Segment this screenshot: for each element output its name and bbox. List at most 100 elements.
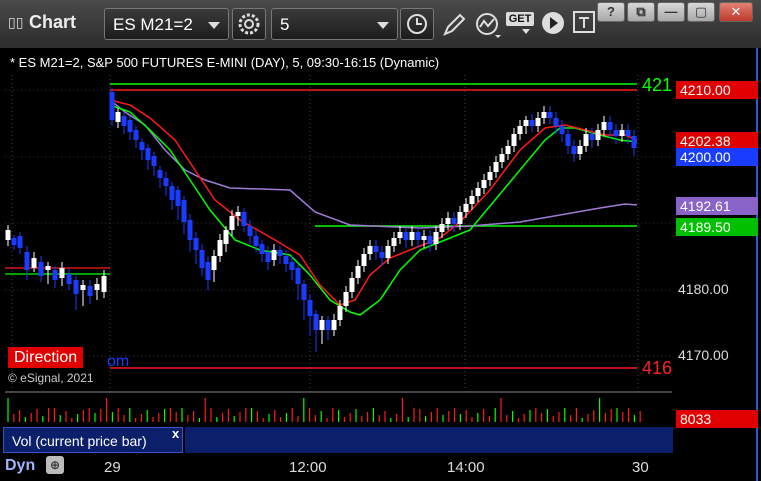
candle-body <box>343 292 349 306</box>
dynamic-label: Dyn <box>5 457 36 474</box>
volume-close-button[interactable]: x <box>172 426 179 441</box>
candle-body <box>187 220 193 240</box>
lock-icon[interactable]: ⊕ <box>46 456 64 474</box>
candle-body <box>505 146 511 154</box>
time-label-1400: 14:00 <box>447 459 485 476</box>
candle-body <box>17 236 23 248</box>
candle-body <box>391 238 397 246</box>
candle-body <box>493 162 499 172</box>
candle-body <box>355 266 361 278</box>
direction-label-tail: om <box>107 353 130 370</box>
candle-body <box>361 254 367 266</box>
candle-body <box>601 122 607 130</box>
candle-body <box>73 280 79 294</box>
candle-body <box>265 252 271 262</box>
axis-label-4180: 4180.00 <box>678 281 729 297</box>
moving-average-green <box>109 104 638 316</box>
candle-body <box>421 236 427 240</box>
price-tag-4192: 4192.61 <box>676 197 758 215</box>
candle-body <box>607 122 613 130</box>
volume-pane-footer <box>185 427 673 453</box>
volume-study-label[interactable]: Vol (current price bar) <box>3 427 183 453</box>
candle-body <box>169 186 175 200</box>
candle-body <box>481 180 487 188</box>
candle-body <box>5 230 11 240</box>
candle-body <box>289 262 295 270</box>
price-tag-4210: 4210.00 <box>676 81 758 99</box>
candle-body <box>52 270 58 280</box>
candle-body <box>541 112 547 118</box>
candle-body <box>313 314 319 330</box>
candle-body <box>163 178 169 186</box>
time-label-29: 29 <box>104 459 121 476</box>
candle-body <box>469 196 475 204</box>
candle-body <box>253 236 259 246</box>
edge-label-bottom: 416 <box>642 358 673 378</box>
candle-body <box>367 246 373 254</box>
candle-body <box>229 216 235 230</box>
candle-body <box>559 126 565 134</box>
candle-body <box>451 218 457 224</box>
candle-body <box>145 148 151 160</box>
price-chart[interactable] <box>0 0 761 481</box>
candle-body <box>319 320 325 330</box>
candle-body <box>631 136 637 148</box>
candle-body <box>595 130 601 140</box>
candle-body <box>80 285 86 290</box>
candle-body <box>241 212 247 226</box>
candle-body <box>31 258 37 268</box>
candle-body <box>283 256 289 264</box>
candle-body <box>613 130 619 136</box>
candle-body <box>373 246 379 252</box>
candle-body <box>427 236 433 244</box>
candle-body <box>45 266 51 270</box>
time-label-1200: 12:00 <box>289 459 327 476</box>
candle-body <box>259 244 265 254</box>
candle-body <box>523 120 529 126</box>
candle-body <box>121 116 127 126</box>
chart-info-text: * ES M21=2, S&P 500 FUTURES E-MINI (DAY)… <box>10 55 440 70</box>
candle-body <box>517 126 523 134</box>
candle-body <box>235 212 241 216</box>
volume-value-tag: 8033 <box>676 410 758 428</box>
candle-body <box>115 112 121 122</box>
candle-body <box>625 130 631 136</box>
candle-body <box>499 154 505 162</box>
candle-body <box>619 130 625 136</box>
candle-body <box>463 204 469 212</box>
candle-body <box>59 268 65 278</box>
candle-body <box>385 246 391 258</box>
price-tag-4189: 4189.50 <box>676 218 758 236</box>
candle-body <box>511 134 517 146</box>
candle-body <box>277 250 283 256</box>
candle-body <box>271 250 277 260</box>
time-label-30: 30 <box>632 459 649 476</box>
candle-body <box>205 262 211 280</box>
candle-body <box>325 320 331 330</box>
candle-body <box>439 224 445 232</box>
candle-body <box>295 268 301 284</box>
candle-body <box>397 232 403 238</box>
candle-body <box>11 238 17 245</box>
candle-body <box>109 92 115 120</box>
price-tag-4200: 4200.00 <box>676 148 758 166</box>
candle-body <box>151 156 157 166</box>
candle-body <box>87 286 93 296</box>
copyright-text: © eSignal, 2021 <box>8 371 94 385</box>
candle-body <box>547 112 553 118</box>
candle-body <box>403 232 409 240</box>
candle-body <box>457 212 463 224</box>
candle-body <box>139 142 145 150</box>
candle-body <box>583 134 589 146</box>
direction-label: Direction <box>8 347 84 368</box>
volume-label-text: Vol (current price bar) <box>12 433 147 449</box>
candle-body <box>127 120 133 132</box>
candle-body <box>379 252 385 258</box>
moving-average-red <box>109 99 638 306</box>
candle-body <box>133 130 139 140</box>
candle-body <box>445 218 451 224</box>
candle-body <box>211 256 217 270</box>
candle-body <box>101 276 107 292</box>
candle-body <box>589 134 595 140</box>
candle-body <box>193 238 199 250</box>
